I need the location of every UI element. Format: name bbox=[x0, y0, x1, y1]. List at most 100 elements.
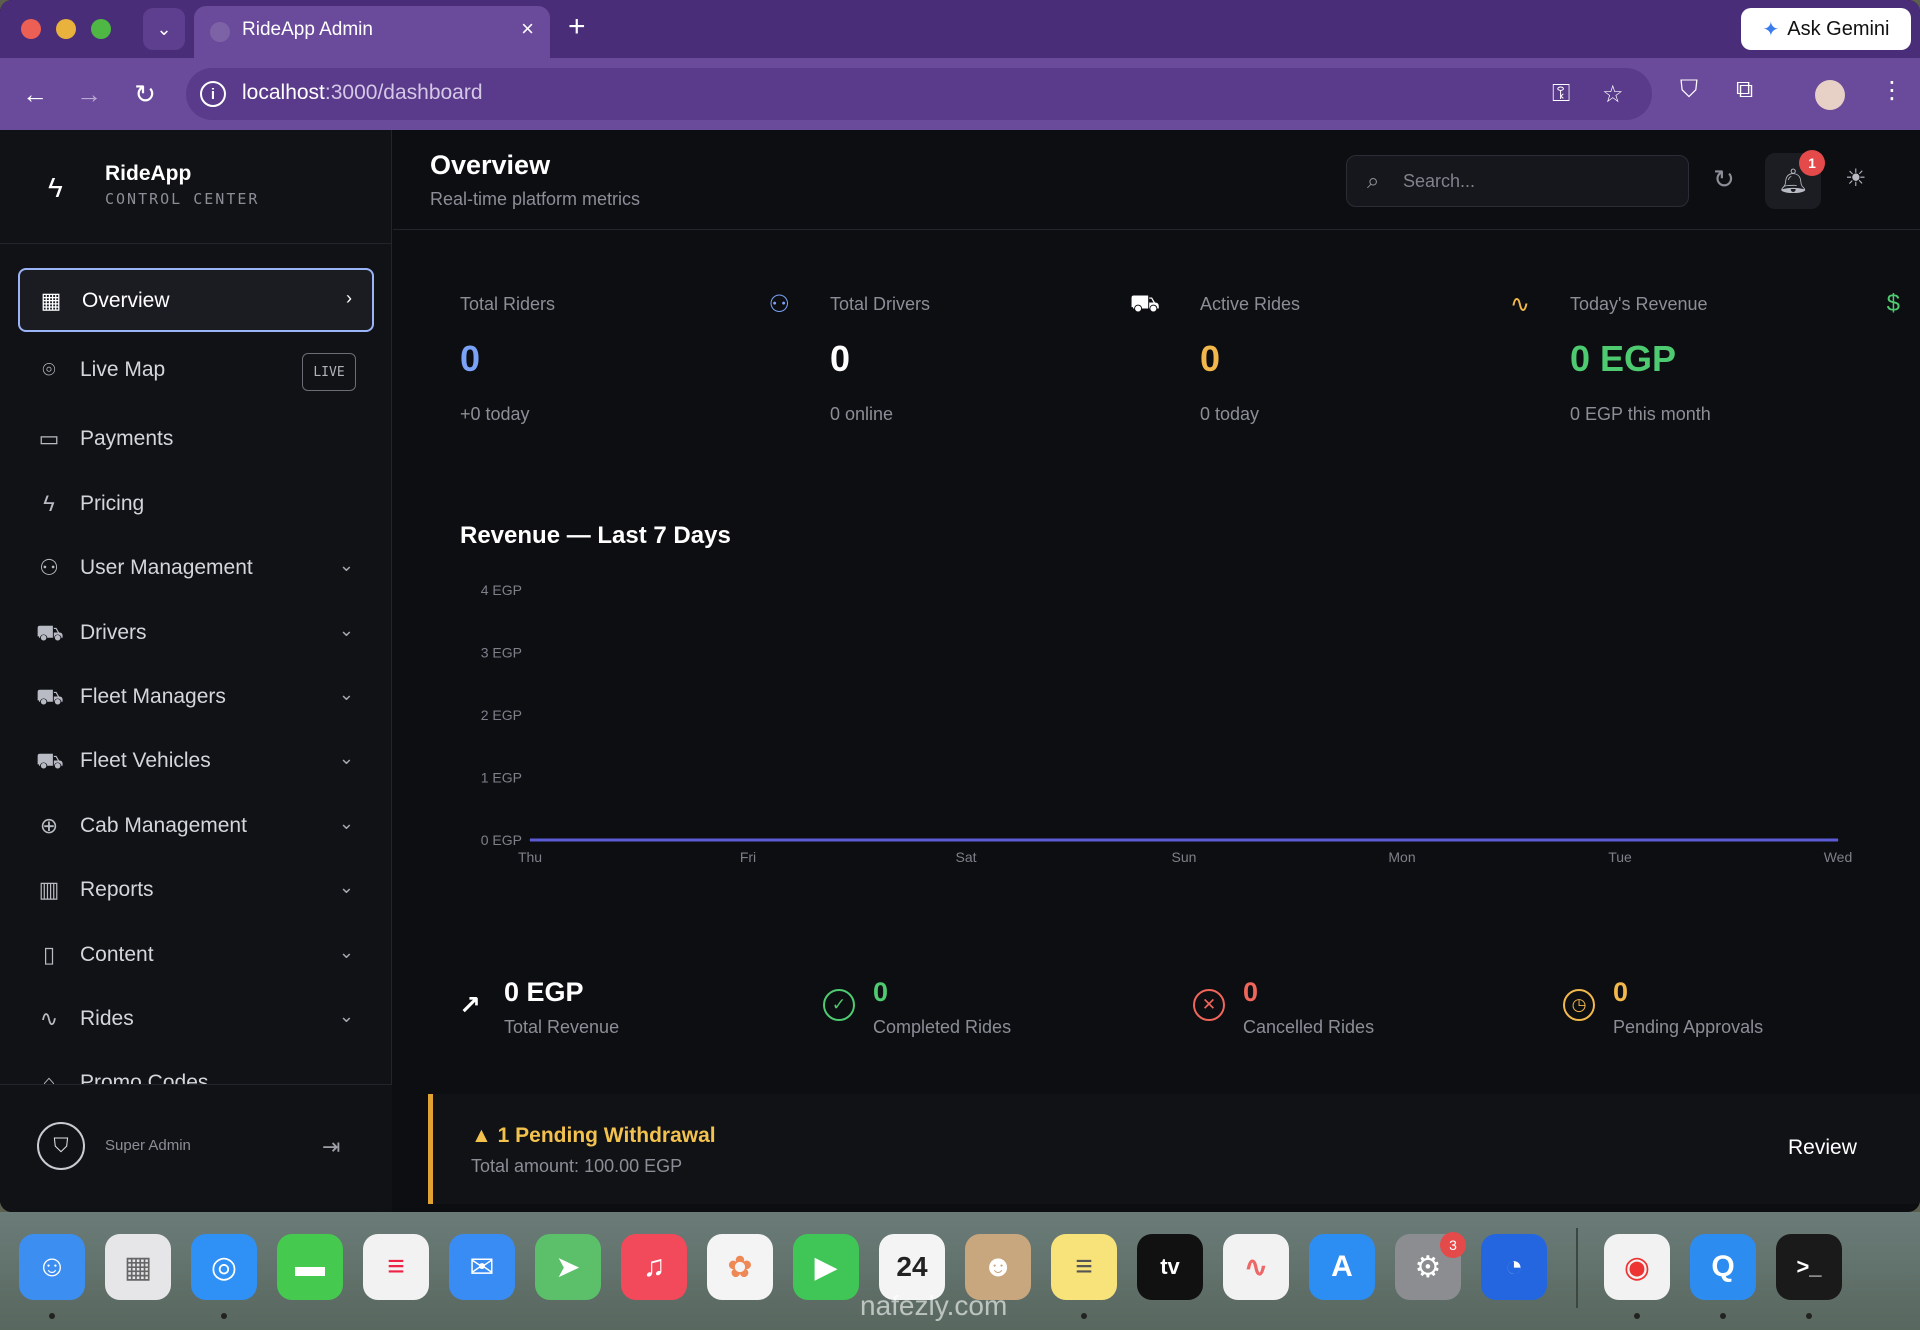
safari-icon[interactable]: ◎ bbox=[191, 1234, 257, 1300]
sidebar-item-live-map[interactable]: ⌾ Live Map LIVE bbox=[18, 339, 374, 403]
page-title: Overview bbox=[430, 150, 551, 180]
extension-shield-icon[interactable]: ⛉ bbox=[1680, 76, 1698, 104]
sidebar-item-overview[interactable]: ▦ Overview › bbox=[18, 268, 374, 332]
stat-sub: 0 today bbox=[1200, 404, 1260, 424]
maximize-window-button[interactable] bbox=[91, 19, 111, 39]
search-input[interactable] bbox=[1403, 168, 1663, 194]
sidebar-item-reports[interactable]: ▥ Reports ⌄ bbox=[18, 859, 374, 923]
search-box: ⌕ bbox=[1346, 155, 1689, 207]
sidebar-item-rides[interactable]: ∿ Rides ⌄ bbox=[18, 988, 374, 1052]
summary-total-revenue: ↗ 0 EGP Total Revenue bbox=[454, 975, 784, 1045]
address-bar[interactable]: i localhost:3000/dashboard ⚿ ☆ bbox=[186, 68, 1652, 120]
new-tab-button[interactable]: + bbox=[568, 10, 586, 44]
sidebar-item-user-management[interactable]: ⚇ User Management ⌄ bbox=[18, 537, 374, 601]
freeform-icon[interactable]: ∿ bbox=[1223, 1234, 1289, 1300]
search-icon: ⌕ bbox=[1367, 168, 1380, 193]
brand-subtitle: CONTROL CENTER bbox=[105, 190, 260, 208]
key-icon[interactable]: ⚿ bbox=[1552, 80, 1570, 108]
dollar-icon: $ bbox=[1886, 290, 1900, 317]
stat-value: 0 EGP bbox=[1570, 338, 1677, 379]
bar-chart-icon: ▥ bbox=[38, 877, 60, 902]
sidebar-item-label: User Management bbox=[80, 556, 253, 579]
chevron-down-icon: ⌄ bbox=[338, 942, 354, 962]
ask-gemini-button[interactable]: ✦ Ask Gemini bbox=[1741, 8, 1911, 50]
sidebar-item-fleet-managers[interactable]: ⛟ Fleet Managers ⌄ bbox=[18, 666, 374, 730]
chrome-icon[interactable]: ◉ bbox=[1604, 1234, 1670, 1300]
sidebar-item-drivers[interactable]: ⛟ Drivers ⌄ bbox=[18, 602, 374, 666]
facetime-icon[interactable]: ▶ bbox=[793, 1234, 859, 1300]
back-button[interactable]: ← bbox=[17, 76, 53, 112]
sidebar-item-label: Fleet Vehicles bbox=[80, 749, 211, 772]
stat-sub: 0 online bbox=[830, 404, 894, 424]
sun-icon[interactable]: ☀ bbox=[1845, 164, 1867, 193]
review-button[interactable]: Review bbox=[1788, 1136, 1857, 1160]
music-icon[interactable]: ♫ bbox=[621, 1234, 687, 1300]
star-icon[interactable]: ☆ bbox=[1602, 80, 1624, 109]
car-icon: ⛟ bbox=[36, 748, 64, 773]
extensions-icon[interactable]: ⧉ bbox=[1736, 76, 1753, 104]
y-tick-label: 4 EGP bbox=[481, 582, 522, 598]
logout-icon[interactable]: ⇥ bbox=[322, 1134, 340, 1160]
revenue-data-point bbox=[1401, 839, 1403, 841]
browser-tab[interactable]: RideApp Admin × bbox=[194, 6, 550, 58]
alert-subtitle: Total amount: 100.00 EGP bbox=[471, 1156, 683, 1176]
clock-app-icon[interactable]: ◔ bbox=[1481, 1234, 1547, 1300]
sidebar-item-label: Drivers bbox=[80, 621, 147, 644]
terminal-icon[interactable]: >_ bbox=[1776, 1234, 1842, 1300]
gemini-label: Ask Gemini bbox=[1787, 17, 1890, 40]
car-icon: ⛟ bbox=[36, 620, 64, 645]
summary-label: Pending Approvals bbox=[1613, 1017, 1764, 1037]
sidebar-item-cab-management[interactable]: ⊕ Cab Management ⌄ bbox=[18, 795, 374, 859]
site-info-icon[interactable]: i bbox=[200, 81, 226, 107]
sidebar-item-payments[interactable]: ▭ Payments bbox=[18, 408, 374, 472]
revenue-data-point bbox=[965, 839, 967, 841]
reload-button[interactable]: ↻ bbox=[127, 76, 163, 112]
minimize-window-button[interactable] bbox=[56, 19, 76, 39]
dock-running-dot bbox=[1720, 1313, 1726, 1319]
summary-cancelled-rides: ✕ 0 Cancelled Rides bbox=[1193, 975, 1523, 1045]
x-tick-label: Wed bbox=[1824, 849, 1853, 865]
sidebar-item-promo-codes[interactable]: ⌂ Promo Codes bbox=[18, 1060, 374, 1084]
maps-icon[interactable]: ➤ bbox=[535, 1234, 601, 1300]
reminders-icon[interactable]: ≡ bbox=[363, 1234, 429, 1300]
menu-dots-icon[interactable]: ⋮ bbox=[1880, 76, 1904, 105]
forward-button[interactable]: → bbox=[71, 76, 107, 112]
quicktime-icon[interactable]: Q bbox=[1690, 1234, 1756, 1300]
chevron-right-icon: › bbox=[346, 288, 352, 308]
gemini-icon: ✦ bbox=[1762, 18, 1780, 41]
close-window-button[interactable] bbox=[21, 19, 41, 39]
apple-tv-icon[interactable]: tv bbox=[1137, 1234, 1203, 1300]
url-host: localhost bbox=[242, 81, 325, 104]
admin-role: Super Admin bbox=[105, 1137, 191, 1154]
launchpad-icon[interactable]: ▦ bbox=[105, 1234, 171, 1300]
notes-icon[interactable]: ≡ bbox=[1051, 1234, 1117, 1300]
sidebar-item-pricing[interactable]: ϟ Pricing bbox=[18, 473, 374, 537]
check-circle-icon: ✓ bbox=[823, 989, 855, 1021]
chevron-down-icon: ⌄ bbox=[338, 877, 354, 897]
sidebar-item-label: Overview bbox=[82, 289, 170, 312]
tag-icon: ⌂ bbox=[42, 1070, 56, 1084]
stat-label: Total Riders bbox=[460, 294, 556, 314]
stat-value: 0 bbox=[460, 338, 481, 379]
revenue-data-point bbox=[1619, 839, 1621, 841]
revenue-data-point bbox=[529, 839, 531, 841]
messages-icon[interactable]: ▬ bbox=[277, 1234, 343, 1300]
stat-label: Today's Revenue bbox=[1570, 294, 1708, 314]
dock-running-dot bbox=[49, 1313, 55, 1319]
sidebar-item-content[interactable]: ▯ Content ⌄ bbox=[18, 924, 374, 988]
mail-icon[interactable]: ✉ bbox=[449, 1234, 515, 1300]
close-icon[interactable]: × bbox=[521, 16, 534, 42]
trending-up-icon: ↗ bbox=[459, 989, 481, 1020]
stat-value: 0 bbox=[1200, 338, 1221, 379]
users-icon: ⚇ bbox=[39, 555, 59, 580]
chevron-down-icon: ⌄ bbox=[338, 1006, 354, 1026]
refresh-icon[interactable]: ↻ bbox=[1713, 164, 1735, 195]
map-pin-icon: ⌾ bbox=[42, 357, 56, 382]
profile-avatar[interactable] bbox=[1815, 80, 1845, 110]
finder-icon[interactable]: ☺ bbox=[19, 1234, 85, 1300]
sidebar-item-fleet-vehicles[interactable]: ⛟ Fleet Vehicles ⌄ bbox=[18, 730, 374, 794]
app-store-icon[interactable]: A bbox=[1309, 1234, 1375, 1300]
tab-search-button[interactable]: ⌄ bbox=[143, 8, 185, 50]
y-tick-label: 2 EGP bbox=[481, 707, 522, 723]
photos-icon[interactable]: ✿ bbox=[707, 1234, 773, 1300]
